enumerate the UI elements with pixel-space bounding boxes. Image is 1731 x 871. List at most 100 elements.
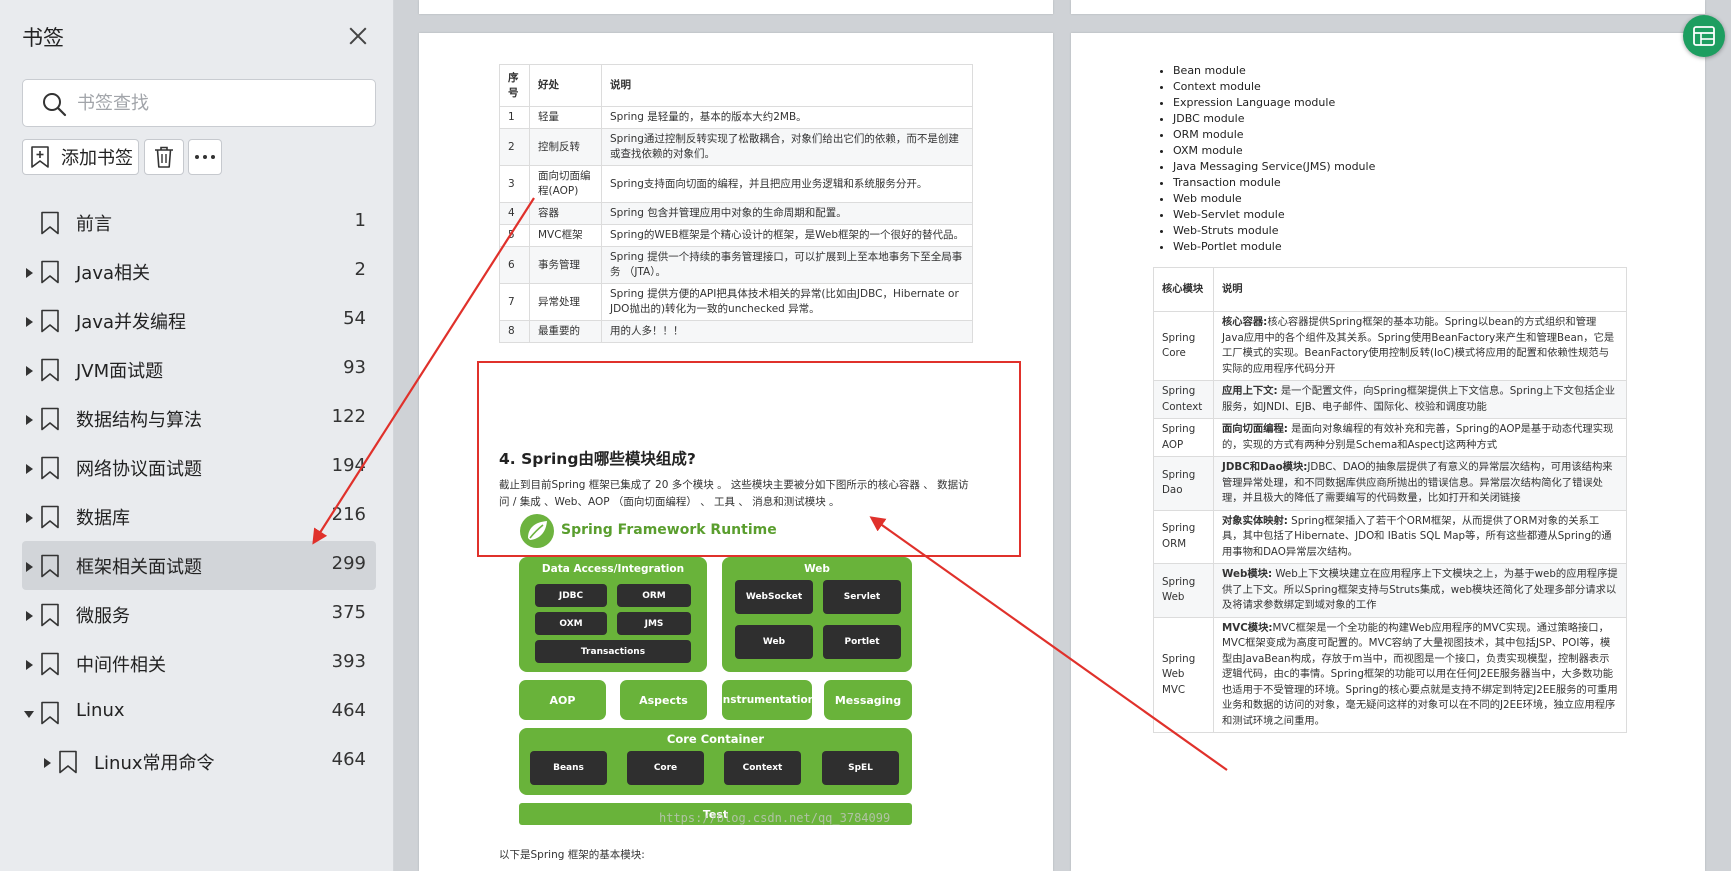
table-header-cell: 说明 xyxy=(601,64,973,107)
table-cell: 5 xyxy=(499,224,530,247)
module-desc-cell: 对象实体映射: Spring框架插入了若干个ORM框架，从而提供了ORM对象的关… xyxy=(1213,509,1627,564)
module-desc-cell: Web模块: Web上下文模块建立在应用程序上下文模块之上，为基于web的应用程… xyxy=(1213,563,1627,618)
table-row: 4 容器 Spring 包含并管理应用中对象的生命周期和配置。 xyxy=(499,202,973,225)
previous-page-right xyxy=(1071,0,1705,14)
expand-arrow-icon[interactable] xyxy=(26,660,33,670)
module-name-cell: Spring Context xyxy=(1153,380,1214,419)
module-desc-cell: 应用上下文: 是一个配置文件，向Spring框架提供上下文信息。Spring上下… xyxy=(1213,380,1627,419)
bookmark-item[interactable]: 数据结构与算法 122 xyxy=(22,394,376,443)
bookmark-item[interactable]: JVM面试题 93 xyxy=(22,345,376,394)
expand-arrow-icon[interactable] xyxy=(26,513,33,523)
table-row: Spring Web Web模块: Web上下文模块建立在应用程序上下文模块之上，… xyxy=(1153,563,1627,618)
table-header-cell: 好处 xyxy=(529,64,602,107)
bookmark-search-box[interactable] xyxy=(22,79,376,127)
bookmark-search-input[interactable] xyxy=(77,88,367,118)
table-row: 5 MVC框架 Spring的WEB框架是个精心设计的框架，是Web框架的一个很好的… xyxy=(499,224,973,247)
image-watermark: https://blog.csdn.net/qq_3784099 xyxy=(659,811,891,825)
table-cell: Spring 提供一个持续的事务管理接口，可以扩展到上至本地事务下至全局事务 （… xyxy=(601,246,973,284)
diagram-module-portlet: Portlet xyxy=(823,625,901,659)
expand-arrow-icon[interactable] xyxy=(26,562,33,572)
bookmark-label: 框架相关面试题 xyxy=(76,557,202,578)
add-bookmark-label: 添加书签 xyxy=(61,148,133,169)
bookmark-icon xyxy=(59,750,77,774)
expand-arrow-icon[interactable] xyxy=(26,268,33,278)
expand-arrow-icon[interactable] xyxy=(26,366,33,376)
table-row: Spring Context 应用上下文: 是一个配置文件，向Spring框架提供… xyxy=(1153,380,1627,419)
bookmark-item[interactable]: Java并发编程 54 xyxy=(22,296,376,345)
list-item: JDBC module xyxy=(1173,111,1375,127)
bookmark-item[interactable]: 网络协议面试题 194 xyxy=(22,443,376,492)
module-name-cell: Spring ORM xyxy=(1153,509,1214,564)
section-heading: 4. Spring由哪些模块组成? xyxy=(499,450,696,468)
trash-icon xyxy=(155,146,173,168)
module-list: Bean moduleContext moduleExpression Lang… xyxy=(1163,63,1375,255)
bookmark-label: Java并发编程 xyxy=(76,312,187,333)
table-header-row: 核心模块 说明 xyxy=(1153,267,1627,312)
bookmark-item[interactable]: 数据库 216 xyxy=(22,492,376,541)
bookmark-item[interactable]: 框架相关面试题 299 xyxy=(22,541,376,590)
body-text: 以下是Spring 框架的基本模块: xyxy=(499,849,645,861)
table-row: Spring Core 核心容器:核心容器提供Spring框架的基本功能。Spri… xyxy=(1153,311,1627,381)
module-name-cell: Spring Core xyxy=(1153,311,1214,381)
bookmark-item[interactable]: Linux常用命令 464 xyxy=(22,737,376,786)
table-cell: 4 xyxy=(499,202,530,225)
module-desc-cell: MVC模块:MVC框架是一个全功能的构建Web应用程序的MVC实现。通过策略接口… xyxy=(1213,616,1627,733)
core-container-label: Core Container xyxy=(666,732,765,746)
data-access-label: Data Access/Integration xyxy=(541,563,685,575)
bookmark-page-number: 54 xyxy=(343,308,366,329)
bookmark-page-number: 93 xyxy=(343,357,366,378)
add-bookmark-button[interactable]: 添加书签 xyxy=(22,139,139,175)
spring-leaf-logo xyxy=(520,514,554,548)
bookmark-item[interactable]: 前言 1 xyxy=(22,198,376,247)
bookmark-label: 网络协议面试题 xyxy=(76,459,202,480)
table-cell: Spring支持面向切面的编程，并且把应用业务逻辑和系统服务分开。 xyxy=(601,165,973,203)
expand-arrow-icon[interactable] xyxy=(26,464,33,474)
table-cell: 6 xyxy=(499,246,530,284)
table-cell: 轻量 xyxy=(529,106,602,129)
diagram-module-oxm: OXM xyxy=(535,612,607,635)
module-text: 核心容器提供Spring框架的基本功能。Spring以bean的方式组织和管理J… xyxy=(1222,316,1615,375)
bookmark-page-number: 2 xyxy=(354,259,366,280)
module-term: 对象实体映射: xyxy=(1222,514,1288,527)
expand-arrow-icon[interactable] xyxy=(44,758,51,768)
bookmark-page-number: 216 xyxy=(331,504,366,525)
bookmark-icon xyxy=(41,554,59,578)
collapse-arrow-icon[interactable] xyxy=(24,711,34,718)
document-page-right: Bean moduleContext moduleExpression Lang… xyxy=(1071,33,1705,871)
table-cell: 容器 xyxy=(529,202,602,225)
list-item: Web-Servlet module xyxy=(1173,207,1375,223)
table-cell: 异常处理 xyxy=(529,283,602,321)
expand-arrow-icon[interactable] xyxy=(26,415,33,425)
table-tool-button[interactable] xyxy=(1683,15,1725,57)
table-cell: 3 xyxy=(499,165,530,203)
diagram-module-servlet: Servlet xyxy=(823,580,901,614)
table-row: 1 轻量 Spring 是轻量的，基本的版本大约2MB。 xyxy=(499,106,973,129)
table-cell: 8 xyxy=(499,320,530,343)
bookmark-item[interactable]: Java相关 2 xyxy=(22,247,376,296)
expand-arrow-icon[interactable] xyxy=(26,611,33,621)
expand-arrow-icon[interactable] xyxy=(26,317,33,327)
bookmark-page-number: 299 xyxy=(331,553,366,574)
close-icon[interactable] xyxy=(346,24,370,48)
table-row: Spring Dao JDBC和Dao模块:JDBC、DAO的抽象层提供了有意义的… xyxy=(1153,456,1627,511)
module-text: Web上下文模块建立在应用程序上下文模块之上，为基于web的应用程序提供了上下文… xyxy=(1222,568,1618,611)
bookmark-item[interactable]: 微服务 375 xyxy=(22,590,376,639)
bookmark-list: 前言 1 Java相关 2 Java并发编程 54 JVM面试题 93 数据结构与算法 122 网络… xyxy=(22,198,376,786)
delete-bookmark-button[interactable] xyxy=(144,139,184,175)
core-container-block: Core Container Beans Core Context SpEL xyxy=(519,728,912,795)
bookmark-icon xyxy=(41,652,59,676)
list-item: Web module xyxy=(1173,191,1375,207)
bookmark-icon xyxy=(41,701,59,725)
bookmark-item[interactable]: 中间件相关 393 xyxy=(22,639,376,688)
bookmark-page-number: 464 xyxy=(331,700,366,721)
more-options-button[interactable] xyxy=(188,139,222,175)
bookmark-item[interactable]: Linux 464 xyxy=(22,688,376,737)
module-term: 核心容器: xyxy=(1222,316,1268,328)
diagram-module-aspects: Aspects xyxy=(620,680,707,720)
diagram-module-orm: ORM xyxy=(617,584,691,607)
table-row: Spring Web MVC MVC模块:MVC框架是一个全功能的构建Web应用程… xyxy=(1153,616,1627,733)
module-term: MVC模块: xyxy=(1222,621,1273,634)
module-name-cell: Spring Dao xyxy=(1153,456,1214,511)
list-item: Web-Struts module xyxy=(1173,223,1375,239)
table-header-cell: 说明 xyxy=(1213,267,1627,312)
